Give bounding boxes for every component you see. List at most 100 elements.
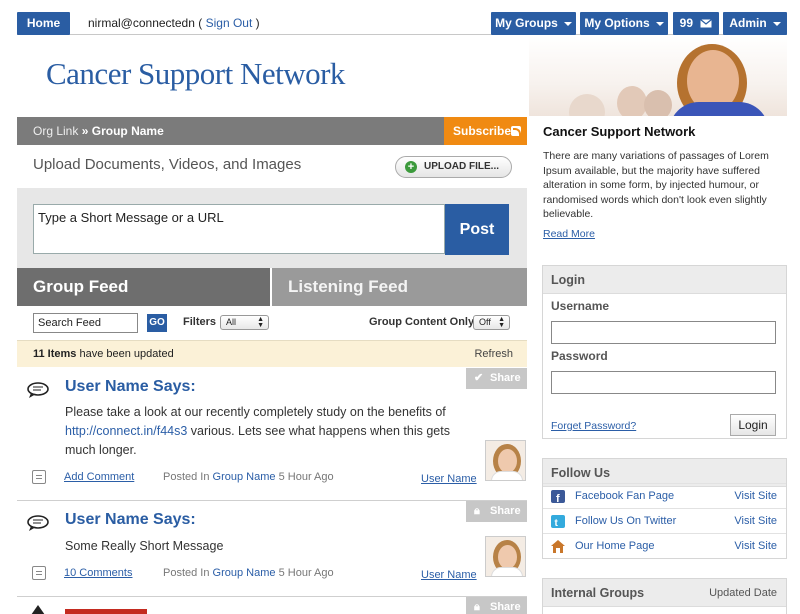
- posted-group-link[interactable]: Group Name: [213, 567, 276, 579]
- my-groups-label: My Groups: [495, 16, 558, 30]
- filters-select[interactable]: All ▲ ▼: [220, 315, 269, 330]
- post-user-link[interactable]: User Name: [421, 569, 477, 581]
- post-thumbnail[interactable]: [65, 609, 147, 614]
- tab-listening-feed[interactable]: Listening Feed: [272, 268, 527, 306]
- select-arrows-icon: ▲ ▼: [498, 316, 505, 329]
- share-label: Share: [490, 505, 521, 517]
- username-label: Username: [551, 299, 610, 313]
- login-button[interactable]: Login: [730, 414, 776, 436]
- post-button[interactable]: Post: [445, 204, 509, 255]
- internal-groups-header: Internal Groups Updated Date: [543, 579, 786, 607]
- post-meta: Add Comment Posted In Group Name 5 Hour …: [17, 470, 527, 488]
- message-composer: Type a Short Message or a URL Post: [17, 188, 527, 268]
- paren-close: ): [255, 16, 260, 30]
- my-groups-menu[interactable]: My Groups: [491, 12, 576, 35]
- posted-in: Posted In Group Name 5 Hour Ago: [163, 567, 334, 579]
- speech-bubble-icon: [27, 382, 49, 398]
- admin-label: Admin: [729, 16, 767, 30]
- posted-group-link[interactable]: Group Name: [213, 471, 276, 483]
- admin-menu[interactable]: Admin: [723, 12, 787, 35]
- password-input[interactable]: [551, 371, 776, 394]
- breadcrumb: Org Link » Group Name Subscribe: [17, 117, 527, 145]
- group-content-select-value: Off: [479, 317, 491, 327]
- feed-post: 🔒︎ Share: [17, 597, 527, 614]
- username-input[interactable]: [551, 321, 776, 344]
- group-content-label: Group Content Only: [369, 316, 475, 328]
- messages-button[interactable]: 99: [673, 12, 719, 35]
- post-author[interactable]: User Name Says:: [65, 511, 196, 529]
- sign-out-link[interactable]: Sign Out: [206, 16, 253, 30]
- paren-open: (: [198, 16, 203, 30]
- follow-row-facebook[interactable]: f Facebook Fan Page Visit Site: [543, 483, 786, 508]
- update-count: 11 Items: [33, 348, 77, 360]
- post-author[interactable]: User Name Says:: [65, 378, 196, 396]
- subscribe-label: Subscribe: [453, 124, 512, 138]
- feed-tabs: Group Feed Listening Feed: [17, 268, 527, 306]
- visit-site-link[interactable]: Visit Site: [734, 540, 777, 552]
- breadcrumb-group-name: Group Name: [91, 124, 164, 138]
- twitter-link[interactable]: Follow Us On Twitter: [575, 515, 676, 527]
- follow-row-twitter[interactable]: t Follow Us On Twitter Visit Site: [543, 508, 786, 533]
- upload-file-button[interactable]: + UPLOAD FILE...: [395, 156, 512, 178]
- about-text: There are many variations of passages of…: [543, 150, 769, 220]
- facebook-icon: f: [551, 490, 565, 503]
- top-navigation-bar: Home nirmal@connectedn ( Sign Out ) My G…: [17, 12, 787, 35]
- tab-group-feed[interactable]: Group Feed: [17, 268, 270, 306]
- posted-in-label: Posted In: [163, 567, 210, 579]
- internal-groups-title: Internal Groups: [551, 586, 645, 600]
- share-button[interactable]: 🔒︎ Share: [466, 597, 527, 614]
- site-logo[interactable]: Cancer Support Network: [46, 56, 345, 92]
- share-button[interactable]: 🔒︎ Share: [466, 501, 527, 522]
- group-content-select[interactable]: Off ▲ ▼: [473, 315, 510, 330]
- select-arrows-icon: ▲ ▼: [257, 316, 264, 329]
- about-title: Cancer Support Network: [543, 124, 696, 139]
- posted-in-label: Posted In: [163, 471, 210, 483]
- refresh-link[interactable]: Refresh: [474, 341, 513, 367]
- posted-in: Posted In Group Name 5 Hour Ago: [163, 471, 334, 483]
- breadcrumb-separator: »: [81, 124, 89, 138]
- visit-site-link[interactable]: Visit Site: [734, 490, 777, 502]
- lock-icon: 🔒︎: [474, 505, 480, 517]
- about-panel: Cancer Support Network There are many va…: [543, 117, 787, 240]
- search-feed-input[interactable]: Search Feed: [33, 313, 138, 333]
- share-button[interactable]: ✔ Share: [466, 368, 527, 389]
- password-label: Password: [551, 349, 608, 363]
- follow-us-box: Follow Us f Facebook Fan Page Visit Site…: [542, 458, 787, 559]
- filters-label: Filters: [183, 316, 217, 328]
- plus-icon: +: [405, 161, 417, 173]
- speech-bubble-icon: [27, 515, 49, 531]
- post-link[interactable]: http://connect.in/f44s3: [65, 424, 187, 438]
- post-time: 5 Hour Ago: [278, 567, 334, 579]
- post-body: Please take a look at our recently compl…: [65, 403, 475, 460]
- message-input[interactable]: Type a Short Message or a URL: [33, 204, 445, 254]
- go-button[interactable]: GO: [147, 314, 167, 332]
- home-button[interactable]: Home: [17, 12, 70, 35]
- read-more-link[interactable]: Read More: [543, 228, 787, 240]
- chevron-down-icon: [563, 21, 572, 26]
- upload-file-label: UPLOAD FILE...: [424, 161, 499, 172]
- share-label: Share: [490, 601, 521, 613]
- my-options-menu[interactable]: My Options: [580, 12, 668, 35]
- org-link[interactable]: Org Link: [33, 124, 78, 138]
- visit-site-link[interactable]: Visit Site: [734, 515, 777, 527]
- home-page-link[interactable]: Our Home Page: [575, 540, 654, 552]
- follow-row-home[interactable]: Our Home Page Visit Site: [543, 533, 786, 558]
- message-count: 99: [679, 16, 693, 30]
- login-box: Login Username Password Forget Password?…: [542, 265, 787, 439]
- forgot-password-link[interactable]: Forget Password?: [551, 420, 636, 432]
- rss-icon: [511, 126, 521, 136]
- subscribe-button[interactable]: Subscribe: [444, 117, 527, 145]
- twitter-icon: t: [551, 515, 565, 528]
- add-comment-link[interactable]: Add Comment: [64, 471, 134, 483]
- login-title: Login: [543, 266, 786, 294]
- facebook-link[interactable]: Facebook Fan Page: [575, 490, 674, 502]
- post-user-link[interactable]: User Name: [421, 473, 477, 485]
- up-arrow-icon: [31, 605, 45, 614]
- upload-title: Upload Documents, Videos, and Images: [33, 156, 302, 173]
- svg-text:f: f: [556, 493, 560, 503]
- comments-link[interactable]: 10 Comments: [64, 567, 132, 579]
- check-icon: ✔: [474, 372, 484, 384]
- post-time: 5 Hour Ago: [278, 471, 334, 483]
- filter-bar: Search Feed GO Filters All ▲ ▼ Group Cont…: [17, 306, 527, 340]
- comment-icon: [32, 566, 46, 580]
